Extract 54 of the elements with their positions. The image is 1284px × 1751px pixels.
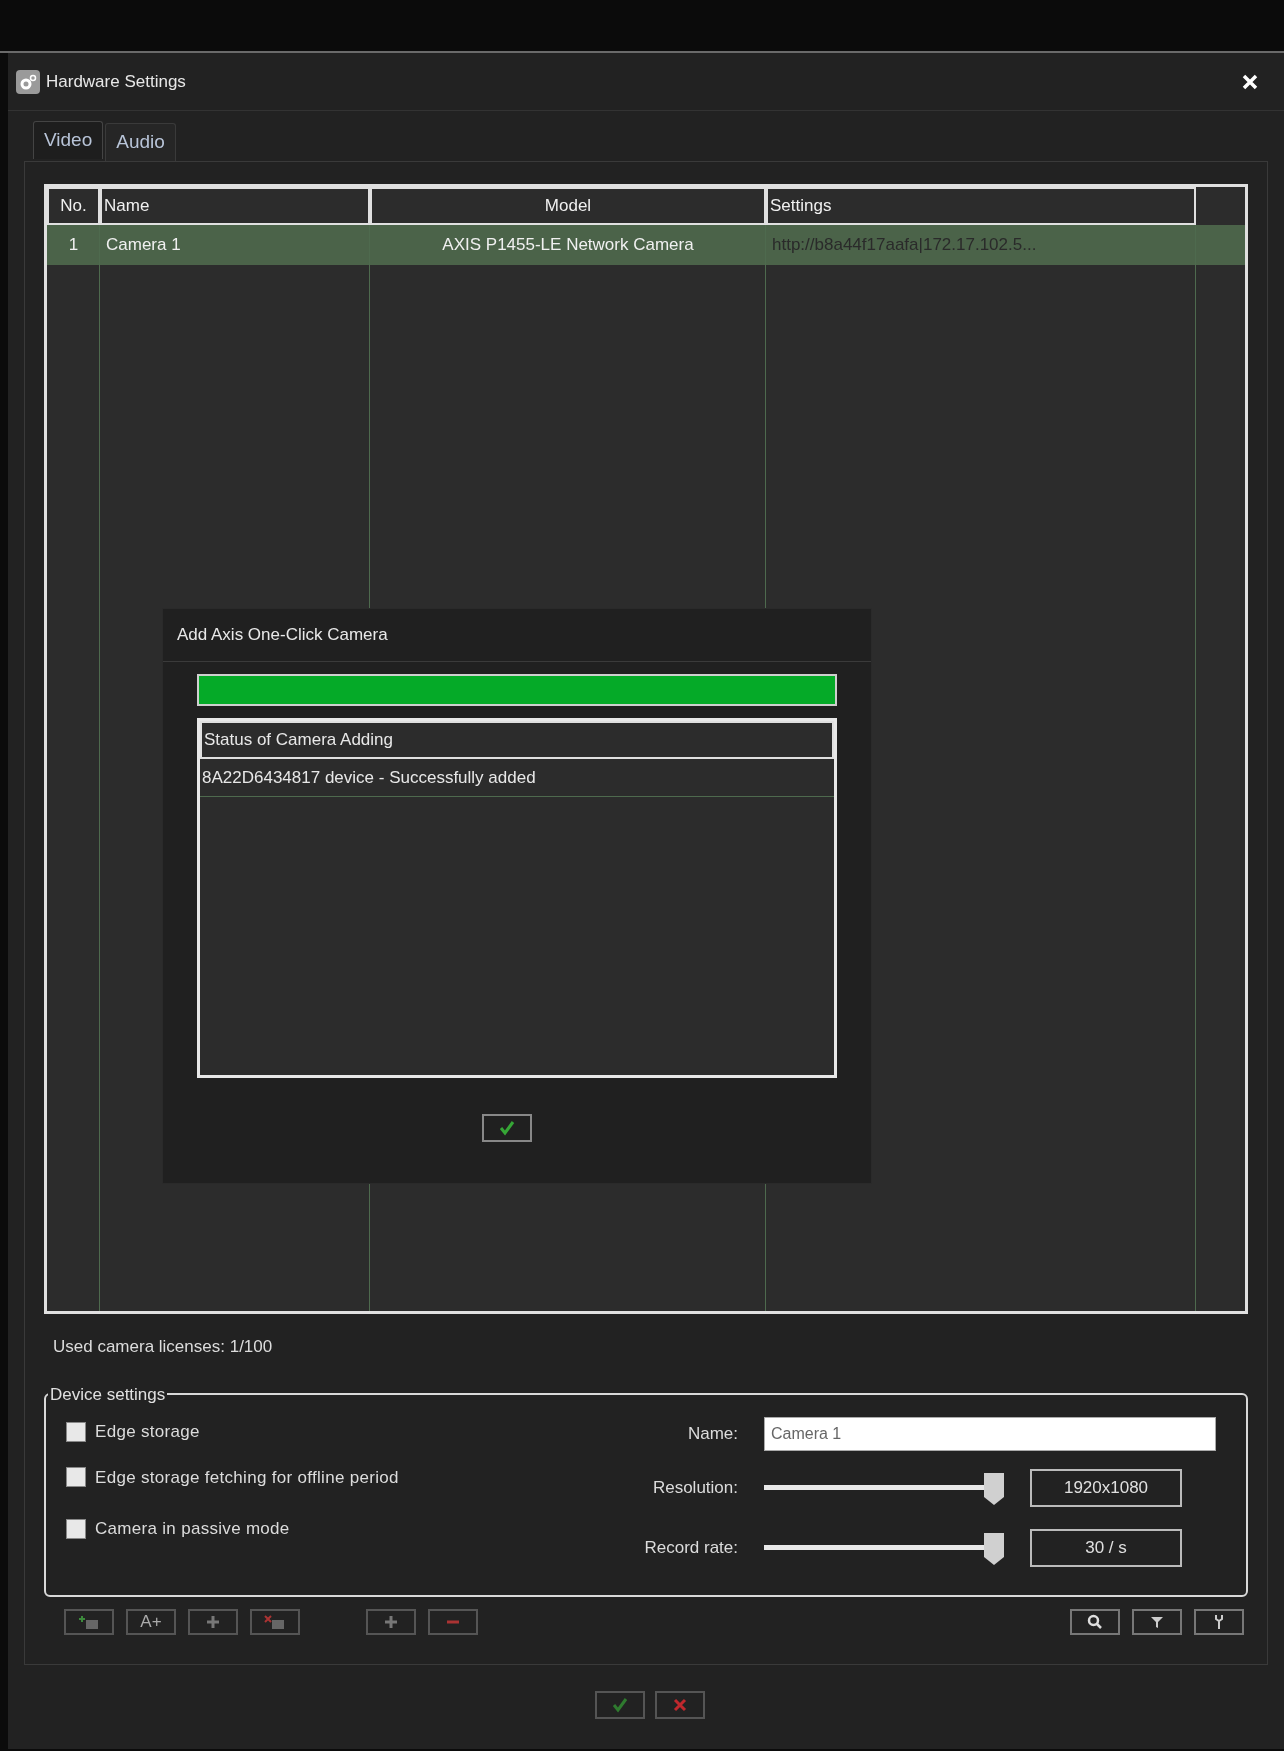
table-cell-text: 1: [67, 234, 80, 257]
plus-icon: [206, 1614, 220, 1629]
table-cell-text: AXIS P1455-LE Network Camera: [441, 234, 695, 257]
checkbox[interactable]: [66, 1518, 86, 1539]
slider-label: Resolution:: [651, 1477, 739, 1500]
add-camera-icon: [77, 1613, 101, 1630]
window-title: Hardware Settings: [46, 70, 186, 93]
name-field[interactable]: Camera 1: [764, 1417, 1216, 1451]
filter-icon: [1150, 1614, 1164, 1629]
table-row[interactable]: 1 Camera 1 AXIS P1455-LE Network Camera http://b8a44f17aafa|172.17.102.5...: [47, 225, 1245, 265]
table-cell-text: http://b8a44f17aafa|172.17.102.5...: [771, 234, 1038, 257]
tab[interactable]: Video: [33, 121, 104, 159]
add-camera-button[interactable]: [64, 1608, 114, 1635]
dialog-title: Add Axis One-Click Camera: [177, 624, 388, 647]
search-button[interactable]: [1070, 1608, 1120, 1635]
minus-icon: [446, 1619, 460, 1624]
settings-icon: [16, 69, 40, 94]
add-axis-button[interactable]: A+: [126, 1608, 176, 1635]
column-header[interactable]: Name: [100, 187, 370, 225]
column-header[interactable]: No.: [47, 187, 100, 225]
search-icon: [1087, 1613, 1103, 1630]
license-count: Used camera licenses: 1/100: [53, 1336, 274, 1358]
checkbox[interactable]: [66, 1421, 86, 1442]
slider-label: Record rate:: [643, 1537, 739, 1560]
tab[interactable]: Audio: [105, 123, 176, 161]
ok-button[interactable]: [595, 1691, 645, 1719]
name-label: Name:: [686, 1423, 739, 1446]
checkmark-icon: [499, 1120, 515, 1136]
slider-thumb[interactable]: [984, 1473, 1004, 1505]
column-header[interactable]: Settings: [766, 187, 1196, 225]
status-row: 8A22D6434817 device - Successfully added: [200, 759, 834, 797]
wrench-icon: [1213, 1613, 1225, 1630]
filter-button[interactable]: [1132, 1608, 1182, 1635]
add-button[interactable]: [188, 1608, 238, 1635]
ok-button[interactable]: [482, 1114, 532, 1142]
plus-icon: [384, 1614, 398, 1629]
group-title: Device settings: [49, 1383, 167, 1406]
checkbox[interactable]: [66, 1467, 86, 1488]
slider-thumb[interactable]: [984, 1533, 1004, 1565]
add-button[interactable]: [366, 1608, 416, 1635]
table-cell-text: Camera 1: [105, 234, 182, 257]
cancel-button[interactable]: [655, 1691, 705, 1719]
slider-value: 30 / s: [1030, 1529, 1182, 1567]
checkbox-label: Edge storage fetching for offline period: [95, 1466, 399, 1489]
checkbox-label: Camera in passive mode: [95, 1518, 290, 1540]
column-header: Status of Camera Adding: [200, 721, 834, 759]
checkbox-label: Edge storage: [95, 1421, 200, 1443]
remove-camera-icon: [263, 1613, 287, 1630]
remove-camera-button[interactable]: [250, 1608, 300, 1635]
checkmark-icon: [612, 1697, 628, 1713]
slider-value: 1920x1080: [1030, 1469, 1182, 1507]
column-header[interactable]: Model: [370, 187, 766, 225]
tool-button[interactable]: [1194, 1608, 1244, 1635]
close-icon: [672, 1697, 688, 1713]
